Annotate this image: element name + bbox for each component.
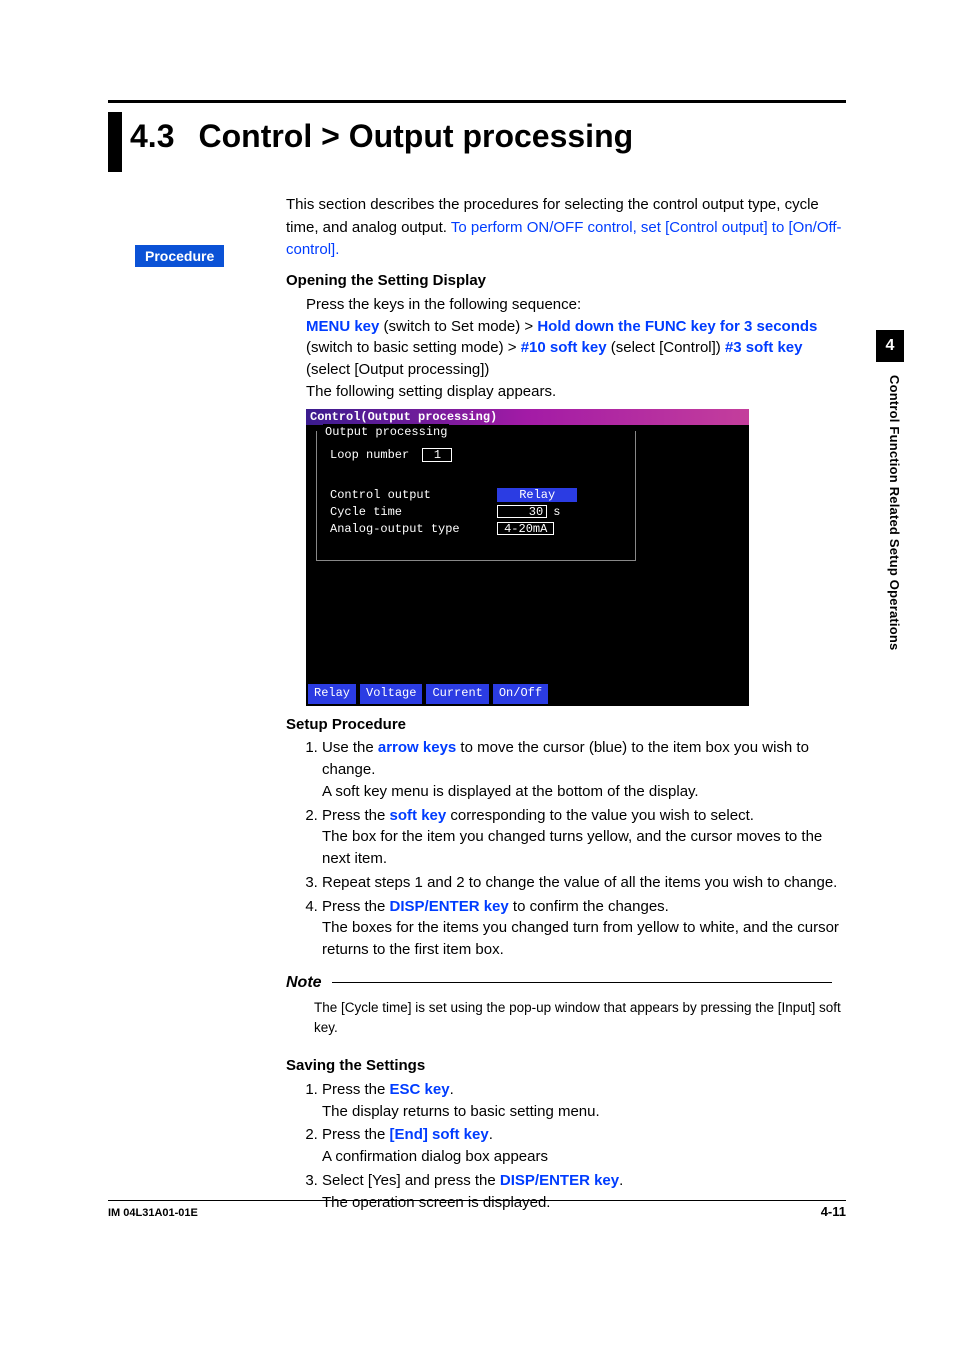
step-text: The operation screen is displayed. xyxy=(322,1194,550,1211)
row-label: Control output xyxy=(330,487,490,504)
note-heading: Note xyxy=(286,971,322,994)
note-rule xyxy=(332,982,832,983)
section-title: Control > Output processing xyxy=(198,112,633,172)
loop-number-value[interactable]: 1 xyxy=(422,448,452,462)
setup-step-1: Use the arrow keys to move the cursor (b… xyxy=(322,737,842,802)
footer-doc-id: IM 04L31A01-01E xyxy=(108,1207,198,1219)
saving-step-1: Press the ESC key. The display returns t… xyxy=(322,1079,842,1123)
step-text: . xyxy=(450,1081,454,1098)
title-bar-decoration xyxy=(108,112,122,172)
row-label: Cycle time xyxy=(330,504,490,521)
end-softkey-label: [End] soft key xyxy=(390,1126,489,1143)
procedure-label: Procedure xyxy=(135,245,224,267)
step-text: Use the xyxy=(322,739,378,756)
esc-key-label: ESC key xyxy=(390,1081,450,1098)
section-number: 4.3 xyxy=(130,112,174,172)
intro-paragraph: This section describes the procedures fo… xyxy=(286,194,844,262)
disp-enter-key-label: DISP/ENTER key xyxy=(500,1172,619,1189)
device-softkey-bar: Relay Voltage Current On/Off xyxy=(308,684,548,703)
setup-step-3: Repeat steps 1 and 2 to change the value… xyxy=(322,872,842,894)
step-text: to confirm the changes. xyxy=(509,898,669,915)
soft-key-label: soft key xyxy=(390,807,447,824)
saving-list: Press the ESC key. The display returns t… xyxy=(304,1079,842,1214)
cycle-time-unit: s xyxy=(553,505,560,519)
control-output-value[interactable]: Relay xyxy=(497,488,577,502)
step-text: Press the xyxy=(322,1126,390,1143)
seq-text-4: (select [Output processing]) xyxy=(306,361,489,378)
saving-step-3: Select [Yes] and press the DISP/ENTER ke… xyxy=(322,1170,842,1214)
opening-key-sequence: MENU key (switch to Set mode) > Hold dow… xyxy=(306,316,842,381)
softkey-3-label: #3 soft key xyxy=(725,339,803,356)
opening-heading: Opening the Setting Display xyxy=(286,270,842,292)
arrow-keys-label: arrow keys xyxy=(378,739,456,756)
step-text: Press the xyxy=(322,807,390,824)
device-titlebar: Control(Output processing) xyxy=(306,409,749,425)
page: 4 Control Function Related Setup Operati… xyxy=(0,0,954,1351)
saving-step-2: Press the [End] soft key. A confirmation… xyxy=(322,1124,842,1168)
opening-result-text: The following setting display appears. xyxy=(306,381,842,403)
step-text: Select [Yes] and press the xyxy=(322,1172,500,1189)
seq-text-2: (switch to basic setting mode) > xyxy=(306,339,521,356)
step-text: A soft key menu is displayed at the bott… xyxy=(322,783,699,800)
note-block: Note The [Cycle time] is set using the p… xyxy=(286,971,842,1037)
softkey-10-label: #10 soft key xyxy=(521,339,607,356)
row-analog-output: Analog-output type 4-20mA xyxy=(330,521,577,538)
setup-procedure-list: Use the arrow keys to move the cursor (b… xyxy=(304,737,842,961)
side-chapter-tab: 4 xyxy=(876,330,904,362)
softkey-voltage[interactable]: Voltage xyxy=(360,684,422,703)
step-text: Press the xyxy=(322,898,390,915)
section-title-row: 4.3 Control > Output processing xyxy=(108,112,633,172)
side-chapter-caption: Control Function Related Setup Operation… xyxy=(887,375,902,650)
saving-block: Saving the Settings Press the ESC key. T… xyxy=(286,1055,842,1213)
row-label: Analog-output type xyxy=(330,521,490,538)
disp-enter-key-label: DISP/ENTER key xyxy=(390,898,509,915)
analog-output-value[interactable]: 4-20mA xyxy=(497,522,554,535)
device-panel-legend: Output processing xyxy=(323,424,449,441)
step-text: . xyxy=(489,1126,493,1143)
row-cycle-time: Cycle time 30 s xyxy=(330,504,577,521)
setup-step-4: Press the DISP/ENTER key to confirm the … xyxy=(322,896,842,961)
row-control-output: Control output Relay xyxy=(330,487,577,504)
footer-page-number: 4-11 xyxy=(821,1204,846,1219)
cycle-time-value[interactable]: 30 xyxy=(497,505,547,518)
step-text: A confirmation dialog box appears xyxy=(322,1148,548,1165)
seq-text-3: (select [Control]) xyxy=(607,339,725,356)
softkey-current[interactable]: Current xyxy=(426,684,488,703)
step-text: . xyxy=(619,1172,623,1189)
device-setting-rows: Control output Relay Cycle time 30 s Anal… xyxy=(330,487,577,538)
body-column: Opening the Setting Display Press the ke… xyxy=(286,270,842,1221)
menu-key-label: MENU key xyxy=(306,318,379,335)
setup-step-2: Press the soft key corresponding to the … xyxy=(322,805,842,870)
step-text: Repeat steps 1 and 2 to change the value… xyxy=(322,874,837,891)
device-screenshot: Control(Output processing) Output proces… xyxy=(306,409,749,706)
setup-procedure-heading: Setup Procedure xyxy=(286,714,842,736)
step-text: The display returns to basic setting men… xyxy=(322,1103,600,1120)
func-key-label: Hold down the FUNC key for 3 seconds xyxy=(537,318,817,335)
saving-heading: Saving the Settings xyxy=(286,1055,842,1077)
note-text: The [Cycle time] is set using the pop-up… xyxy=(314,998,842,1037)
step-text: corresponding to the value you wish to s… xyxy=(446,807,754,824)
loop-number-row: Loop number 1 xyxy=(330,447,452,464)
softkey-relay[interactable]: Relay xyxy=(308,684,356,703)
top-rule xyxy=(108,100,846,103)
footer-rule xyxy=(108,1200,846,1201)
seq-text-1: (switch to Set mode) > xyxy=(379,318,537,335)
opening-sequence-intro: Press the keys in the following sequence… xyxy=(306,294,842,316)
step-text: The boxes for the items you changed turn… xyxy=(322,919,839,958)
step-text: The box for the item you changed turns y… xyxy=(322,828,822,867)
step-text: Press the xyxy=(322,1081,390,1098)
loop-number-label: Loop number xyxy=(330,448,409,462)
softkey-onoff[interactable]: On/Off xyxy=(493,684,548,703)
